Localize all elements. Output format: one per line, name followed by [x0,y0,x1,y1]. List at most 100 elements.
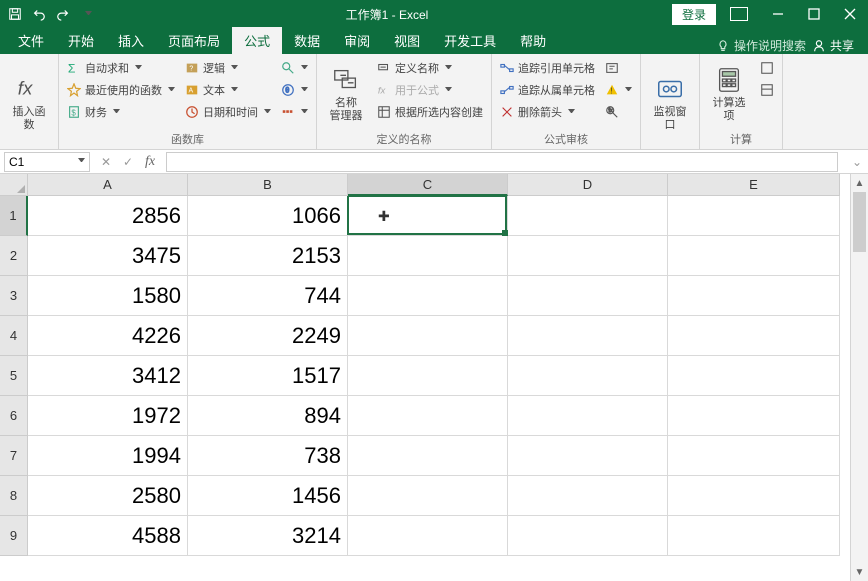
cell-C2[interactable] [348,236,508,276]
row-header-5[interactable]: 5 [0,356,28,396]
login-button[interactable]: 登录 [672,4,716,25]
cell-B7[interactable]: 738 [188,436,348,476]
cells-area[interactable]: ✚ 28561066347521531580744422622493412151… [28,196,850,581]
scroll-thumb[interactable] [853,192,866,252]
col-header-E[interactable]: E [668,174,840,196]
text-button[interactable]: A文本 [183,80,273,100]
enter-formula-icon[interactable]: ✓ [120,155,136,169]
tab-视图[interactable]: 视图 [382,27,432,54]
cell-E7[interactable] [668,436,840,476]
cell-E8[interactable] [668,476,840,516]
cell-B2[interactable]: 2153 [188,236,348,276]
insert-function-button[interactable]: fx 插入函数 [6,58,52,147]
scroll-up-icon[interactable]: ▲ [851,174,868,192]
cell-A8[interactable]: 2580 [28,476,188,516]
row-header-6[interactable]: 6 [0,396,28,436]
financial-button[interactable]: $财务 [65,102,177,122]
cell-D9[interactable] [508,516,668,556]
cell-E1[interactable] [668,196,840,236]
col-header-A[interactable]: A [28,174,188,196]
qat-customize-icon[interactable] [76,3,98,25]
calc-now-button[interactable] [758,58,776,78]
calc-sheet-button[interactable] [758,80,776,100]
cell-A2[interactable]: 3475 [28,236,188,276]
cell-D4[interactable] [508,316,668,356]
cell-A6[interactable]: 1972 [28,396,188,436]
cell-C4[interactable] [348,316,508,356]
cell-D7[interactable] [508,436,668,476]
tab-数据[interactable]: 数据 [282,27,332,54]
cell-B6[interactable]: 894 [188,396,348,436]
cell-D2[interactable] [508,236,668,276]
cell-B9[interactable]: 3214 [188,516,348,556]
math-button[interactable]: θ [279,80,310,100]
cell-A1[interactable]: 2856 [28,196,188,236]
cell-C7[interactable] [348,436,508,476]
cell-E9[interactable] [668,516,840,556]
recent-functions-button[interactable]: 最近使用的函数 [65,80,177,100]
col-header-D[interactable]: D [508,174,668,196]
cell-A3[interactable]: 1580 [28,276,188,316]
row-header-2[interactable]: 2 [0,236,28,276]
cell-C6[interactable] [348,396,508,436]
cell-D8[interactable] [508,476,668,516]
tab-审阅[interactable]: 审阅 [332,27,382,54]
share-button[interactable]: 共享 [812,37,854,54]
logical-button[interactable]: ?逻辑 [183,58,273,78]
cell-E2[interactable] [668,236,840,276]
trace-precedents-button[interactable]: 追踪引用单元格 [498,58,597,78]
cancel-formula-icon[interactable]: ✕ [98,155,114,169]
tab-帮助[interactable]: 帮助 [508,27,558,54]
cell-A7[interactable]: 1994 [28,436,188,476]
expand-formula-bar-icon[interactable]: ⌄ [852,155,864,169]
cell-D1[interactable] [508,196,668,236]
cell-B5[interactable]: 1517 [188,356,348,396]
cell-B4[interactable]: 2249 [188,316,348,356]
col-header-B[interactable]: B [188,174,348,196]
row-header-1[interactable]: 1 [0,196,28,236]
tab-开发工具[interactable]: 开发工具 [432,27,508,54]
cell-B8[interactable]: 1456 [188,476,348,516]
datetime-button[interactable]: 日期和时间 [183,102,273,122]
cell-B1[interactable]: 1066 [188,196,348,236]
cell-E4[interactable] [668,316,840,356]
redo-icon[interactable] [52,3,74,25]
autosum-button[interactable]: Σ自动求和 [65,58,177,78]
trace-dependents-button[interactable]: 追踪从属单元格 [498,80,597,100]
scroll-down-icon[interactable]: ▼ [851,563,868,581]
cell-D6[interactable] [508,396,668,436]
tab-公式[interactable]: 公式 [232,27,282,54]
row-header-8[interactable]: 8 [0,476,28,516]
cell-E3[interactable] [668,276,840,316]
minimize-button[interactable] [760,0,796,28]
ribbon-display-icon[interactable] [724,0,760,28]
remove-arrows-button[interactable]: 删除箭头 [498,102,597,122]
calc-options-button[interactable]: 计算选项 [706,58,752,129]
use-in-formula-button[interactable]: fx用于公式 [375,80,485,100]
cell-C1[interactable] [348,196,508,236]
save-icon[interactable] [4,3,26,25]
more-functions-button[interactable] [279,102,310,122]
maximize-button[interactable] [796,0,832,28]
col-header-C[interactable]: C [348,174,508,196]
row-header-9[interactable]: 9 [0,516,28,556]
name-box[interactable]: C1 [4,152,90,172]
cell-C3[interactable] [348,276,508,316]
cell-C5[interactable] [348,356,508,396]
tell-me-search[interactable]: 操作说明搜索 [716,37,806,54]
tab-页面布局[interactable]: 页面布局 [156,27,232,54]
tab-文件[interactable]: 文件 [6,27,56,54]
cell-B3[interactable]: 744 [188,276,348,316]
cell-A9[interactable]: 4588 [28,516,188,556]
lookup-button[interactable] [279,58,310,78]
close-button[interactable] [832,0,868,28]
cell-C8[interactable] [348,476,508,516]
cell-E6[interactable] [668,396,840,436]
name-manager-button[interactable]: 名称 管理器 [323,58,369,129]
error-checking-button[interactable]: ! [603,80,634,100]
tab-开始[interactable]: 开始 [56,27,106,54]
vertical-scrollbar[interactable]: ▲ ▼ [850,174,868,581]
cell-D5[interactable] [508,356,668,396]
formula-input[interactable] [166,152,838,172]
row-header-3[interactable]: 3 [0,276,28,316]
